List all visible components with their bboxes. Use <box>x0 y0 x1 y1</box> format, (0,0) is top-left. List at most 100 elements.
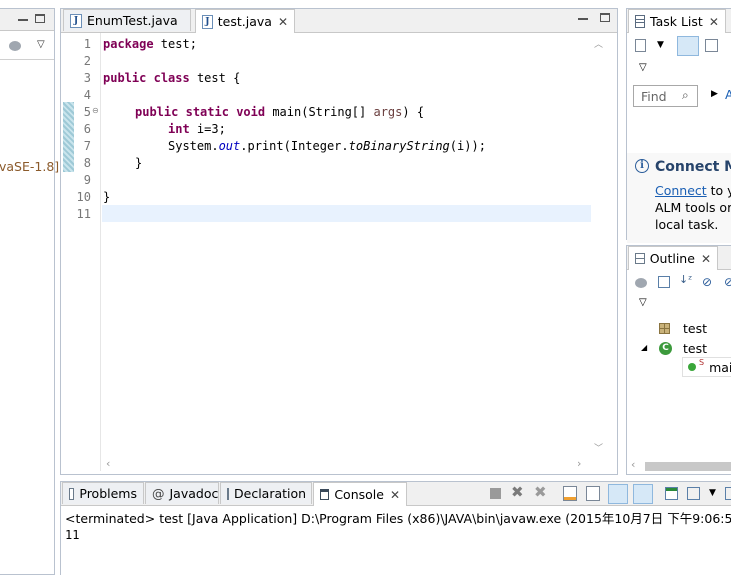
java-file-icon: J <box>202 14 213 29</box>
info-icon: i <box>635 159 649 173</box>
scroll-up-icon[interactable]: ︿ <box>594 37 603 50</box>
fold-collapse-icon[interactable]: ⊖ <box>92 106 99 115</box>
code-area[interactable]: package test; public class test { public… <box>103 37 486 204</box>
jre-label[interactable]: vaSE-1.8] <box>0 159 59 174</box>
declaration-icon <box>227 487 229 500</box>
view-menu-chevron-icon[interactable]: ▽ <box>37 39 45 50</box>
code-line-8: } <box>135 156 143 170</box>
close-icon[interactable]: ✕ <box>278 15 288 29</box>
tab-problems[interactable]: Problems <box>62 482 144 504</box>
line-number: 10 <box>76 190 91 204</box>
outline-tab-bar: Outline ✕ <box>627 246 731 270</box>
remove-all-terminated-icon[interactable]: ✖ <box>534 483 547 501</box>
outline-item-method-row[interactable]: S mai <box>682 357 731 377</box>
search-icon[interactable]: ⌕ <box>682 88 689 103</box>
collapse-all-icon[interactable] <box>658 276 670 288</box>
connect-link[interactable]: Connect <box>655 183 707 198</box>
static-marker-icon: S <box>699 357 705 367</box>
activate-label[interactable]: A <box>725 87 731 102</box>
line-number: 8 <box>83 156 91 170</box>
line-number: 1 <box>83 37 91 51</box>
horizontal-scrollbar[interactable]: ‹ › <box>102 457 591 473</box>
new-task-icon[interactable] <box>635 39 646 52</box>
tab-javadoc[interactable]: @ Javadoc <box>145 482 219 504</box>
scroll-left-icon[interactable]: ‹ <box>106 457 110 470</box>
word-wrap-icon[interactable] <box>608 484 628 504</box>
scroll-left-icon[interactable]: ‹ <box>631 458 635 471</box>
dropdown-arrow-icon[interactable]: ▼ <box>657 40 664 50</box>
console-status-line: <terminated> test [Java Application] D:\… <box>65 511 731 526</box>
tab-enumtest-java[interactable]: J EnumTest.java <box>63 9 191 31</box>
tab-task-list[interactable]: Task List ✕ <box>628 9 726 33</box>
pin-console-icon[interactable] <box>665 487 678 500</box>
categorized-icon[interactable] <box>677 36 699 56</box>
line-number: 5 <box>83 105 91 119</box>
connect-text-line1: Connect to yo <box>655 183 731 198</box>
line-number: 3 <box>83 71 91 85</box>
connect-text-line3: local task. <box>655 217 719 232</box>
code-line-5: public static void main(String[] args) { <box>135 105 425 119</box>
vertical-scrollbar[interactable]: ︿ ﹀ <box>591 33 607 459</box>
code-line-3: public class test { <box>103 71 241 85</box>
expand-arrow-icon[interactable]: ▶ <box>711 89 718 99</box>
console-output[interactable]: 11 <box>65 528 79 542</box>
scheduled-icon[interactable] <box>705 39 718 52</box>
close-icon[interactable]: ✕ <box>709 15 719 29</box>
line-number: 4 <box>83 88 91 102</box>
sort-icon[interactable]: ↓ᶻ <box>679 273 692 286</box>
open-console-icon[interactable] <box>725 487 731 500</box>
line-number: 7 <box>83 139 91 153</box>
clear-console-icon[interactable] <box>563 486 577 501</box>
java-file-icon: J <box>70 13 82 28</box>
outline-item-package[interactable]: test <box>659 320 707 337</box>
at-icon: @ <box>152 486 165 501</box>
left-panel: ▽ vaSE-1.8] <box>0 8 59 575</box>
outline-panel: Outline ✕ ↓ᶻ ⊘ ⊘ ▽ test ◢ C test S mai ‹ <box>626 245 731 475</box>
code-line-7: System.out.print(Integer.toBinaryString(… <box>168 139 486 153</box>
task-list-icon <box>635 15 645 28</box>
tab-console[interactable]: Console ✕ <box>313 482 407 506</box>
editor-tab-bar: J EnumTest.java J test.java ✕ <box>61 9 617 33</box>
terminate-icon[interactable] <box>490 488 501 499</box>
connect-text-line2: ALM tools or <box>655 200 731 215</box>
minimize-icon[interactable] <box>578 18 588 20</box>
maximize-icon[interactable] <box>600 13 610 22</box>
scroll-right-icon[interactable]: › <box>577 457 581 470</box>
task-list-tab-bar: Task List ✕ <box>627 9 731 33</box>
maximize-icon[interactable] <box>35 14 45 23</box>
view-menu-chevron-icon[interactable]: ▽ <box>639 297 647 308</box>
tab-declaration[interactable]: Declaration <box>220 482 312 504</box>
console-panel: Problems @ Javadoc Declaration Console ✕… <box>60 481 731 575</box>
scroll-lock-icon[interactable] <box>586 486 600 501</box>
class-icon: C <box>659 341 672 355</box>
code-line-6: int i=3; <box>168 122 226 136</box>
console-tab-bar: Problems @ Javadoc Declaration Console ✕… <box>61 482 731 506</box>
package-icon <box>659 323 670 334</box>
hide-static-icon[interactable]: ⊘ <box>724 275 731 289</box>
gears-icon[interactable] <box>9 41 21 51</box>
expand-collapse-icon[interactable]: ◢ <box>641 343 647 352</box>
line-number: 6 <box>83 122 91 136</box>
close-icon[interactable]: ✕ <box>390 488 400 502</box>
remove-launch-icon[interactable]: ✖ <box>511 483 524 501</box>
outline-item-class[interactable]: C test <box>659 339 707 357</box>
close-icon[interactable]: ✕ <box>701 252 711 266</box>
view-menu-chevron-icon[interactable]: ▽ <box>639 62 647 73</box>
minimize-icon[interactable] <box>18 19 28 21</box>
task-list-panel: Task List ✕ ▼ ▽ Find ⌕ ▶ A i Connect My … <box>626 8 731 243</box>
public-method-icon <box>688 363 696 371</box>
line-number: 9 <box>83 173 91 187</box>
tab-outline[interactable]: Outline ✕ <box>628 246 718 270</box>
code-line-10: } <box>103 190 111 204</box>
scrollbar-thumb[interactable] <box>645 462 731 471</box>
display-selected-console-icon[interactable] <box>687 487 700 500</box>
gears-icon[interactable] <box>635 278 647 288</box>
outline-horizontal-scrollbar[interactable]: ‹ <box>627 458 731 474</box>
find-input[interactable]: Find ⌕ <box>633 85 698 107</box>
scroll-down-icon[interactable]: ﹀ <box>594 441 603 454</box>
dropdown-arrow-icon[interactable]: ▼ <box>709 488 716 498</box>
connect-title: Connect My <box>655 159 731 175</box>
tab-test-java[interactable]: J test.java ✕ <box>195 9 295 33</box>
show-on-output-icon[interactable] <box>633 484 653 504</box>
hide-fields-icon[interactable]: ⊘ <box>702 275 712 289</box>
